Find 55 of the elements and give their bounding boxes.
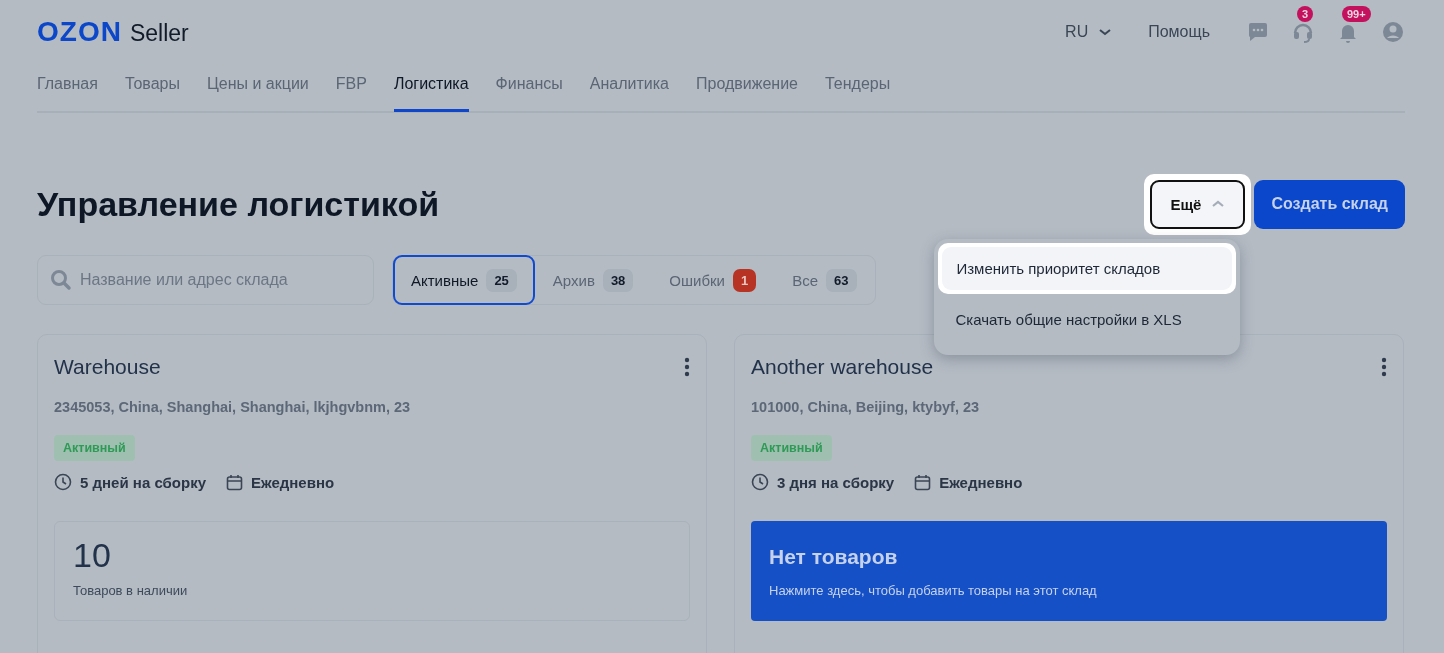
account-icon[interactable] xyxy=(1381,20,1405,44)
nav-tab[interactable]: Продвижение xyxy=(696,64,798,112)
notification-badge: 99+ xyxy=(1342,6,1371,22)
chevron-down-icon xyxy=(1098,27,1113,37)
search-field[interactable]: Название или адрес склада xyxy=(37,255,374,305)
filter-tab[interactable]: Все 63 xyxy=(774,255,875,305)
nav-tab[interactable]: Аналитика xyxy=(589,64,669,112)
menu-item[interactable]: Изменить приоритет складов xyxy=(942,246,1233,290)
page-title: Управление логистикой xyxy=(37,184,440,224)
more-vertical-icon[interactable] xyxy=(1381,357,1387,377)
help-link[interactable]: Помощь xyxy=(1148,23,1210,41)
schedule: Ежедневно xyxy=(939,473,1023,491)
schedule: Ежедневно xyxy=(251,473,335,491)
more-button[interactable]: Ещё xyxy=(1150,179,1246,229)
nav-tab[interactable]: FBP xyxy=(335,64,367,112)
notification-badge: 3 xyxy=(1297,6,1314,22)
filter-tab[interactable]: Ошибки 1 xyxy=(651,255,775,305)
status-tag: Активный xyxy=(751,435,832,461)
nav-tab[interactable]: Финансы xyxy=(495,64,563,112)
ozon-logo[interactable]: OZON xyxy=(37,16,122,48)
filter-tab[interactable]: Активные 25 xyxy=(393,255,535,305)
clock-icon xyxy=(751,473,769,491)
calendar-icon xyxy=(914,473,932,491)
nav-tab[interactable]: Главная xyxy=(37,64,98,112)
nav-tab[interactable]: Тендеры xyxy=(825,64,891,112)
create-warehouse-button[interactable]: Создать склад xyxy=(1254,179,1405,229)
status-tag: Активный xyxy=(54,435,135,461)
chevron-icon xyxy=(1211,199,1226,209)
assembly-time: 5 дней на сборку xyxy=(80,473,206,491)
count-badge: 25 xyxy=(486,268,517,292)
banner-caption: Нажмите здесь, чтобы добавить товары на этот склад xyxy=(769,583,1097,598)
assembly-time: 3 дня на сборку xyxy=(777,473,895,491)
nav-tab[interactable]: Товары xyxy=(124,64,180,112)
warehouse-name: Warehouse xyxy=(54,355,161,379)
stock-count: 10 xyxy=(73,536,111,575)
nav-tab[interactable]: Цены и акции xyxy=(206,64,309,112)
banner-title: Нет товаров xyxy=(769,545,898,569)
warehouse-address: 2345053, China, Shanghai, Shanghai, lkjhgvbnm, 23 xyxy=(54,399,412,415)
calendar-icon xyxy=(226,473,243,491)
add-products-banner[interactable]: Нет товаров Нажмите здесь, чтобы добавить товары на этот склад xyxy=(751,521,1387,621)
clock-icon xyxy=(54,473,72,491)
chat-icon[interactable] xyxy=(1246,20,1270,44)
warehouse-name: Another warehouse xyxy=(751,355,934,379)
nav-tab[interactable]: Логистика xyxy=(393,64,469,112)
logo-subtitle: Seller xyxy=(129,20,189,47)
count-badge: 1 xyxy=(732,268,757,292)
more-vertical-icon[interactable] xyxy=(684,357,690,377)
count-badge: 63 xyxy=(826,268,857,292)
count-badge: 38 xyxy=(602,268,634,292)
warehouse-address: 101000, China, Beijing, ktybyf, 23 xyxy=(751,399,981,415)
stock-caption: Товаров в наличии xyxy=(73,583,188,598)
filter-tab[interactable]: Архив 38 xyxy=(534,255,652,305)
menu-item[interactable]: Скачать общие настройки в XLS xyxy=(941,297,1234,341)
search-icon xyxy=(50,269,72,291)
language-selector[interactable]: RU xyxy=(1065,23,1113,41)
